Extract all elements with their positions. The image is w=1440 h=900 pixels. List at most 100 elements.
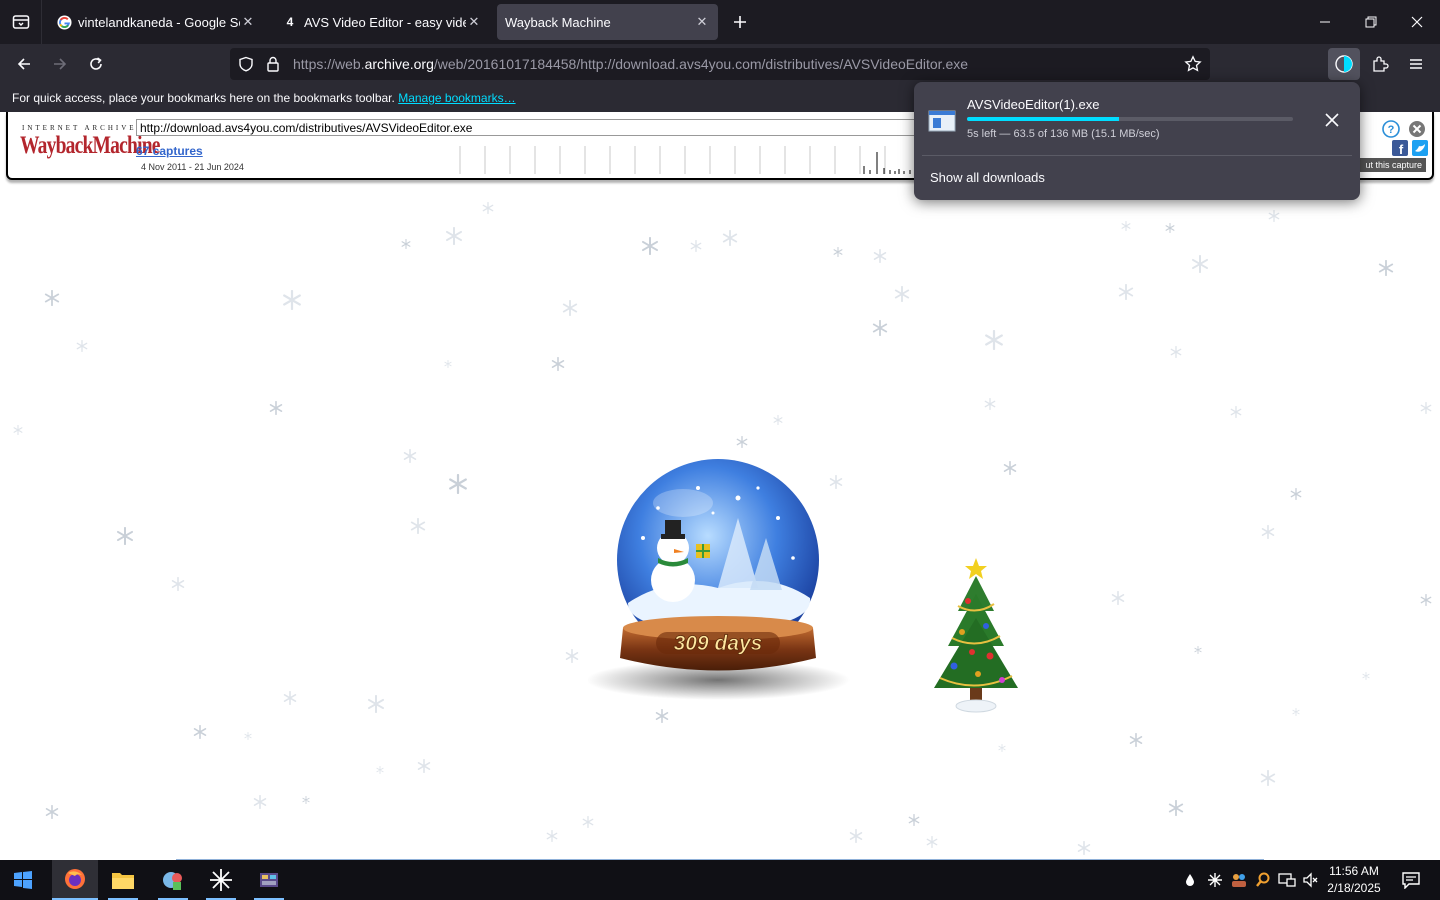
snowflake: [417, 759, 431, 773]
wayback-url-input[interactable]: http://download.avs4you.com/distributive…: [136, 119, 936, 136]
snow-globe: 309 days: [586, 458, 854, 704]
url-text[interactable]: https://web.archive.org/web/201610171844…: [293, 56, 968, 72]
tab-list-icon: [12, 15, 29, 29]
snowflake: [1290, 488, 1302, 500]
downloads-panel: AVSVideoEditor(1).exe 5s left — 63.5 of …: [914, 82, 1360, 200]
lock-icon[interactable]: [266, 56, 280, 77]
snowflake: [1378, 260, 1394, 276]
tab-google-search[interactable]: vintelandkaneda - Google Search ✕: [48, 4, 264, 40]
close-tab-icon[interactable]: ✕: [694, 14, 710, 30]
snowflake: [1230, 406, 1242, 418]
page-content: 309 days: [0, 180, 1440, 860]
snowflake: [1170, 346, 1182, 358]
tray-search-icon[interactable]: [1252, 860, 1274, 900]
new-tab-button[interactable]: [722, 0, 758, 44]
snowflake-icon: [210, 869, 232, 891]
taskbar-file-explorer[interactable]: [100, 860, 146, 900]
manage-bookmarks-link[interactable]: Manage bookmarks…: [398, 91, 515, 105]
snowflake: [1077, 841, 1091, 855]
capture-date-range: 4 Nov 2011 - 21 Jun 2024: [141, 162, 244, 172]
address-bar[interactable]: https://web.archive.org/web/201610171844…: [230, 48, 1210, 80]
url-path: /web/20161017184458/http://download.avs4…: [433, 56, 969, 72]
snowflake: [1292, 708, 1300, 716]
taskbar-snow-app[interactable]: [198, 860, 244, 900]
snowflake: [736, 436, 748, 448]
restore-button[interactable]: [1348, 0, 1394, 44]
snowflake: [655, 709, 669, 723]
app-menu-button[interactable]: [1400, 48, 1432, 80]
back-button[interactable]: [8, 48, 40, 80]
tab-avs-video-editor[interactable]: 4 AVS Video Editor - easy video editing …: [274, 4, 490, 40]
plus-icon: [734, 16, 746, 28]
countdown-label: 309 days: [674, 632, 763, 655]
action-center-button[interactable]: [1394, 860, 1428, 900]
snowflake: [302, 796, 310, 804]
bookmarks-hint-text: For quick access, place your bookmarks h…: [12, 91, 395, 105]
clock-time: 11:56 AM: [1329, 864, 1379, 878]
snowflake: [908, 814, 920, 826]
reload-button[interactable]: [80, 48, 112, 80]
snowflake: [562, 300, 578, 316]
download-progress-icon: [1335, 55, 1353, 73]
close-icon: [1411, 16, 1423, 28]
snowflake: [998, 744, 1006, 752]
snowflake: [410, 518, 426, 534]
snowflake: [1261, 525, 1275, 539]
capture-sparkline[interactable]: [458, 146, 918, 174]
reload-icon: [90, 57, 102, 70]
snowflake: [444, 360, 452, 368]
snowflake: [1003, 461, 1017, 475]
snowflake: [833, 247, 843, 257]
snowflake: [1165, 223, 1175, 233]
tray-network-icon[interactable]: [1276, 860, 1298, 900]
exe-file-icon: [928, 110, 956, 132]
bookmark-star-icon[interactable]: [1184, 55, 1202, 78]
snowflake: [269, 401, 283, 415]
show-all-downloads-button[interactable]: Show all downloads: [930, 170, 1045, 185]
captures-link[interactable]: 67 captures: [136, 144, 203, 158]
tray-volume-muted-icon[interactable]: [1300, 860, 1322, 900]
taskbar: 11:56 AM 2/18/2025: [0, 860, 1440, 900]
tray-snowflake-icon[interactable]: [1204, 860, 1226, 900]
taskbar-firefox[interactable]: [52, 860, 98, 900]
snowflake: [1194, 646, 1202, 654]
forward-button[interactable]: [44, 48, 76, 80]
snowflake: [1420, 402, 1432, 414]
close-icon: [1325, 113, 1339, 127]
shield-icon[interactable]: [238, 56, 254, 77]
snowflake: [872, 320, 888, 336]
svg-text:f: f: [1399, 142, 1404, 156]
snowflake: [193, 725, 207, 739]
snowflake: [376, 766, 384, 774]
minimize-button[interactable]: [1302, 0, 1348, 44]
cancel-download-button[interactable]: [1322, 110, 1342, 130]
svg-text:?: ?: [1388, 124, 1395, 136]
tab-wayback-machine[interactable]: Wayback Machine ✕: [497, 4, 718, 40]
extensions-button[interactable]: [1364, 48, 1396, 80]
snowflake: [253, 795, 267, 809]
list-all-tabs-button[interactable]: [0, 0, 42, 44]
snowflake: [401, 239, 411, 249]
snowflake: [1111, 591, 1125, 605]
snowflake: [1129, 733, 1143, 747]
tray-people-icon[interactable]: [1228, 860, 1250, 900]
taskbar-app-3[interactable]: [150, 860, 196, 900]
tray-droplet-icon[interactable]: [1180, 860, 1200, 900]
downloads-button[interactable]: [1328, 48, 1360, 80]
download-filename[interactable]: AVSVideoEditor(1).exe: [967, 97, 1099, 112]
about-capture-button[interactable]: ut this capture: [1354, 158, 1426, 172]
close-tab-icon[interactable]: ✕: [466, 14, 482, 30]
snowflake: [1191, 255, 1209, 273]
start-button[interactable]: [0, 860, 46, 900]
windows-start-icon: [14, 871, 32, 889]
snowflake: [1121, 221, 1131, 231]
notification-icon: [1402, 872, 1420, 889]
taskbar-video-editor[interactable]: [246, 860, 292, 900]
christmas-tree: [928, 556, 1024, 718]
taskbar-clock[interactable]: 11:56 AM 2/18/2025: [1322, 863, 1386, 897]
snowflake: [1420, 594, 1432, 606]
avs-icon: 4: [286, 15, 294, 29]
snowflake: [45, 805, 59, 819]
close-window-button[interactable]: [1394, 0, 1440, 44]
close-tab-icon[interactable]: ✕: [240, 14, 256, 30]
